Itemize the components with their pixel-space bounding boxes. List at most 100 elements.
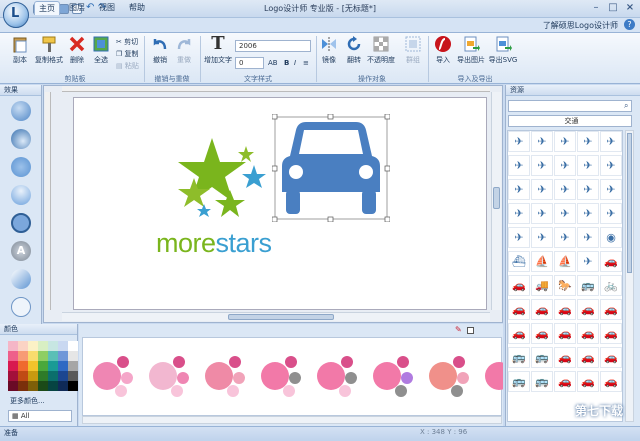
transport-icon[interactable]: ✈: [600, 203, 622, 224]
mirror-button[interactable]: 镜像: [318, 35, 340, 65]
tab-home[interactable]: 主页: [34, 1, 60, 15]
transport-icon[interactable]: 🚗: [554, 371, 576, 392]
color-swatch[interactable]: [58, 361, 68, 371]
transport-icon[interactable]: ✈: [554, 227, 576, 248]
transport-icon[interactable]: 🚲: [600, 275, 622, 296]
close-button[interactable]: ×: [622, 2, 638, 15]
color-swatch[interactable]: [48, 361, 58, 371]
color-swatch[interactable]: [8, 361, 18, 371]
color-swatch[interactable]: [8, 341, 18, 351]
no-fill-swatch[interactable]: [467, 327, 474, 334]
style-gallery-items[interactable]: [83, 338, 513, 417]
effect-item[interactable]: [11, 101, 31, 121]
transport-icon[interactable]: 🐎: [554, 275, 576, 296]
color-swatch[interactable]: [68, 341, 78, 351]
transport-icon[interactable]: ✈: [600, 179, 622, 200]
color-swatch[interactable]: [68, 381, 78, 391]
transport-icon[interactable]: 🚗: [600, 371, 622, 392]
color-swatch[interactable]: [8, 381, 18, 391]
color-swatch[interactable]: [68, 361, 78, 371]
effect-item[interactable]: [11, 157, 31, 177]
color-swatch[interactable]: [58, 341, 68, 351]
scroll-thumb[interactable]: [493, 187, 500, 209]
redo-button[interactable]: 重做: [174, 35, 194, 65]
transport-icon[interactable]: 🚗: [600, 347, 622, 368]
horizontal-scrollbar[interactable]: [62, 312, 490, 321]
transport-icon[interactable]: ✈: [577, 227, 599, 248]
copy-button[interactable]: ❐ 复制: [116, 49, 139, 59]
car-graphic[interactable]: [272, 114, 390, 222]
transport-icon[interactable]: 🚌: [508, 371, 530, 392]
transport-icon[interactable]: 🚗: [531, 299, 553, 320]
transport-icon[interactable]: ✈: [531, 203, 553, 224]
transport-icon[interactable]: 🚗: [577, 371, 599, 392]
transport-icon[interactable]: ✈: [531, 179, 553, 200]
search-icon[interactable]: ⌕: [624, 101, 628, 111]
bold-button[interactable]: B: [284, 58, 289, 68]
transport-icon[interactable]: ✈: [531, 131, 553, 152]
transport-icon[interactable]: 🚌: [577, 275, 599, 296]
color-swatch[interactable]: [28, 361, 38, 371]
color-swatch[interactable]: [28, 371, 38, 381]
flip-button[interactable]: 翻转: [343, 35, 365, 65]
color-swatch[interactable]: [28, 381, 38, 391]
color-swatch[interactable]: [38, 381, 48, 391]
minimize-button[interactable]: –: [588, 2, 604, 15]
add-text-button[interactable]: T 增加文字: [204, 35, 232, 65]
color-swatch[interactable]: [8, 351, 18, 361]
select-all-button[interactable]: 全选: [90, 35, 112, 65]
undo-button[interactable]: 撤销: [150, 35, 170, 65]
color-swatch[interactable]: [38, 361, 48, 371]
transport-icon[interactable]: ◉: [600, 227, 622, 248]
maximize-button[interactable]: □: [605, 2, 621, 15]
transport-icon[interactable]: ✈: [508, 131, 530, 152]
color-swatch[interactable]: [38, 371, 48, 381]
color-swatch[interactable]: [58, 351, 68, 361]
transport-icon[interactable]: ✈: [577, 203, 599, 224]
transport-icon[interactable]: 🚌: [508, 347, 530, 368]
color-swatch[interactable]: [8, 371, 18, 381]
app-menu-button[interactable]: L: [3, 2, 29, 28]
color-swatch[interactable]: [28, 341, 38, 351]
transport-icon[interactable]: ✈: [508, 227, 530, 248]
scroll-thumb[interactable]: [627, 133, 632, 273]
resource-scrollbar[interactable]: [625, 130, 634, 422]
resource-category-combo[interactable]: 交通: [508, 115, 632, 127]
transport-icon[interactable]: 🚗: [554, 323, 576, 344]
transport-icon[interactable]: ✈: [508, 155, 530, 176]
font-combo[interactable]: 2006: [235, 40, 311, 52]
opacity-button[interactable]: 不透明度: [366, 35, 396, 65]
color-swatch[interactable]: [48, 381, 58, 391]
delete-button[interactable]: 删除: [67, 35, 87, 65]
transport-icon[interactable]: ✈: [531, 227, 553, 248]
transport-icon[interactable]: 🚗: [508, 275, 530, 296]
color-swatch[interactable]: [18, 381, 28, 391]
transport-icon[interactable]: 🚗: [508, 299, 530, 320]
tab-layers[interactable]: 图层: [64, 1, 90, 15]
color-swatch[interactable]: [58, 371, 68, 381]
color-swatch[interactable]: [68, 351, 78, 361]
color-swatch[interactable]: [38, 351, 48, 361]
scroll-thumb[interactable]: [228, 314, 334, 320]
color-swatch[interactable]: [48, 341, 58, 351]
transport-icon[interactable]: 🚗: [600, 299, 622, 320]
resource-search-input[interactable]: [508, 100, 632, 112]
color-swatch[interactable]: [58, 381, 68, 391]
design-page[interactable]: morestars: [73, 97, 487, 310]
effect-item[interactable]: [11, 185, 31, 205]
color-swatch[interactable]: [18, 351, 28, 361]
eyedropper-icon[interactable]: ✎: [455, 326, 464, 335]
transport-icon[interactable]: ✈: [577, 251, 599, 272]
transport-icon[interactable]: 🚗: [577, 347, 599, 368]
paste-button[interactable]: ▤ 粘贴: [116, 61, 139, 71]
transport-icon[interactable]: ✈: [577, 131, 599, 152]
transport-icon[interactable]: 🚗: [577, 299, 599, 320]
effect-item[interactable]: [11, 297, 31, 317]
text-effect-item[interactable]: A: [11, 241, 31, 261]
transport-icon[interactable]: 🚗: [577, 323, 599, 344]
gallery-scrollbar[interactable]: [82, 416, 502, 424]
transport-icon[interactable]: ✈: [600, 155, 622, 176]
effect-item[interactable]: [11, 213, 31, 233]
transport-icon[interactable]: 🚗: [554, 347, 576, 368]
logo-text[interactable]: morestars: [156, 228, 272, 258]
